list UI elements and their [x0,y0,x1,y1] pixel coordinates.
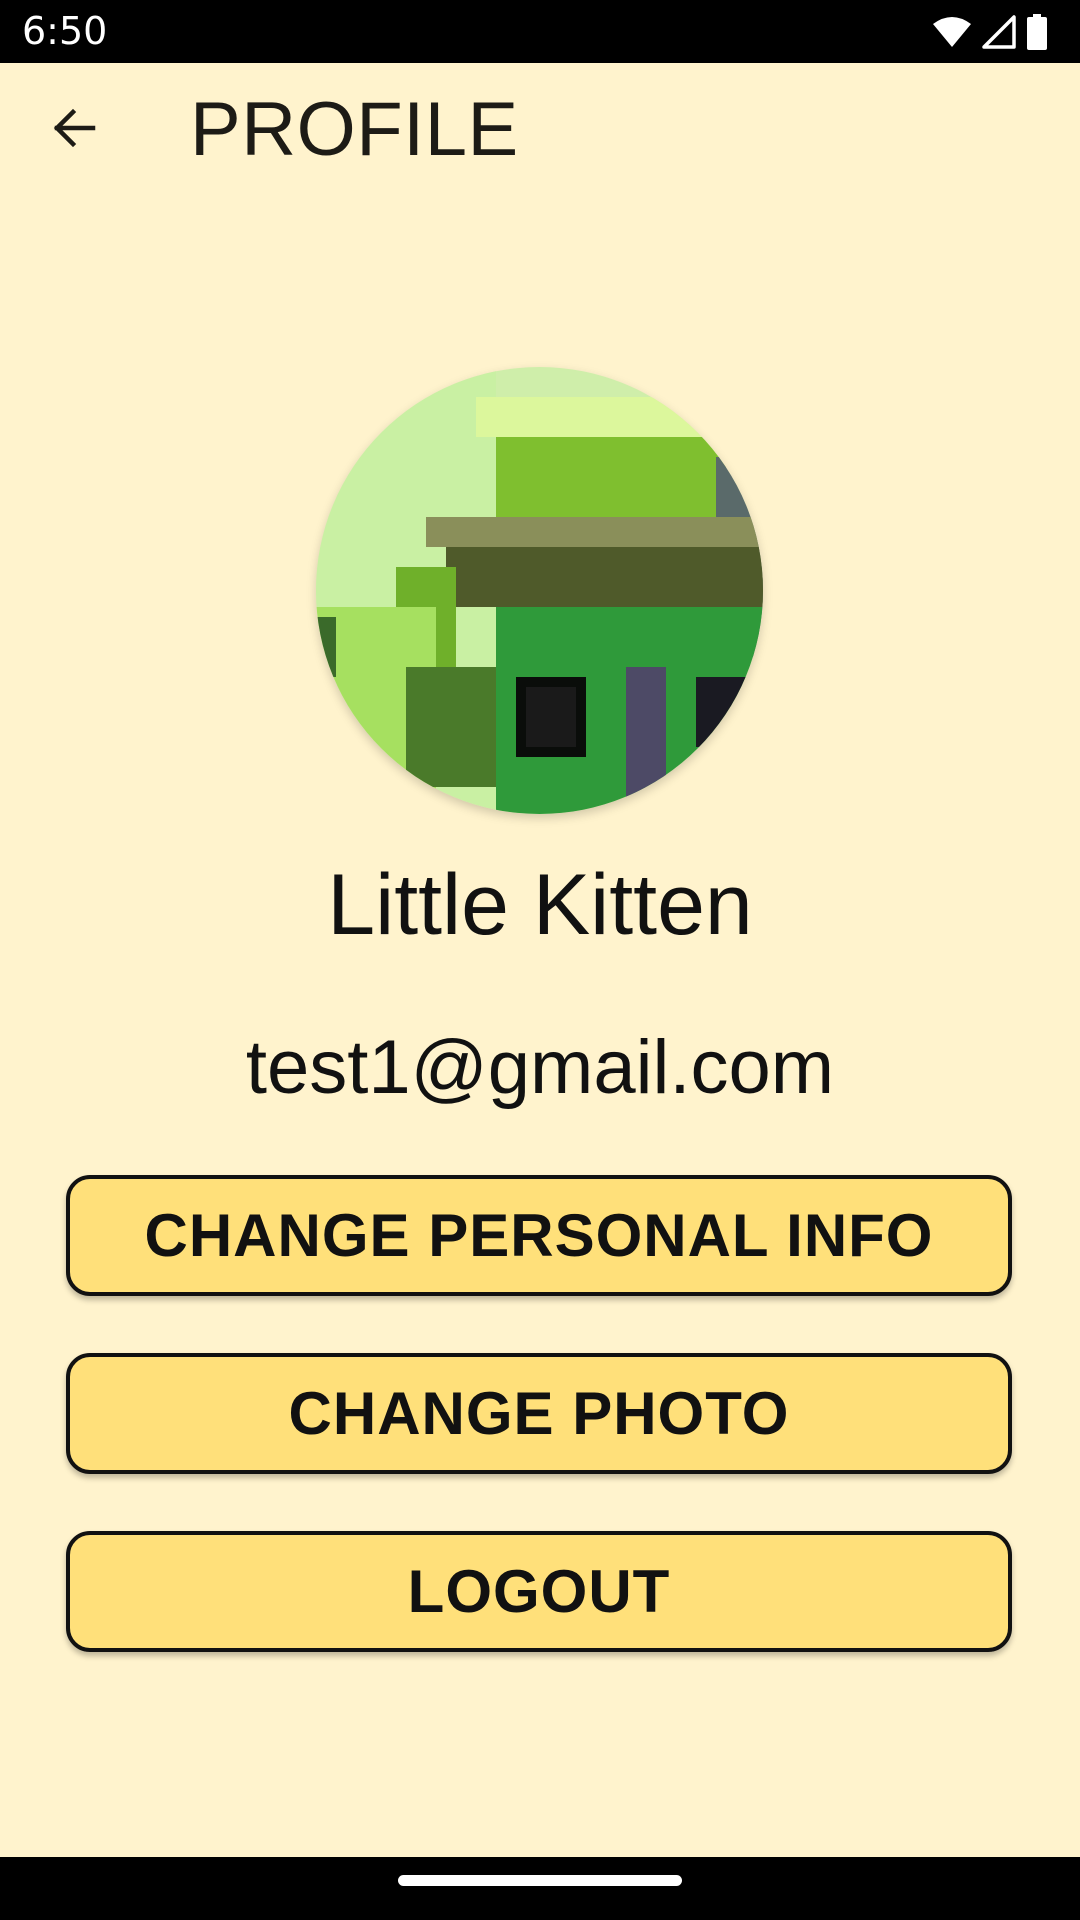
wifi-icon [932,16,972,48]
page-title: PROFILE [190,87,519,172]
navigation-bar [0,1857,1080,1920]
user-email: test1@gmail.com [245,1025,835,1110]
home-handle[interactable] [398,1875,682,1886]
status-bar: 6:50 [0,0,1080,63]
app-bar: PROFILE [0,63,1080,193]
arrow-left-icon [49,104,97,157]
status-icons [932,12,1048,52]
cellular-signal-icon [982,15,1016,49]
user-name: Little Kitten [327,857,753,953]
battery-icon [1026,14,1048,50]
status-time: 6:50 [22,9,108,53]
change-personal-info-button[interactable]: CHANGE PERSONAL INFO [66,1175,1012,1296]
logout-button[interactable]: LOGOUT [66,1531,1012,1652]
back-button[interactable] [36,93,110,167]
profile-screen: 6:50 PROFILE Little Kitten test1@gmail.c… [0,0,1080,1920]
avatar [316,367,763,814]
change-photo-button[interactable]: CHANGE PHOTO [66,1353,1012,1474]
